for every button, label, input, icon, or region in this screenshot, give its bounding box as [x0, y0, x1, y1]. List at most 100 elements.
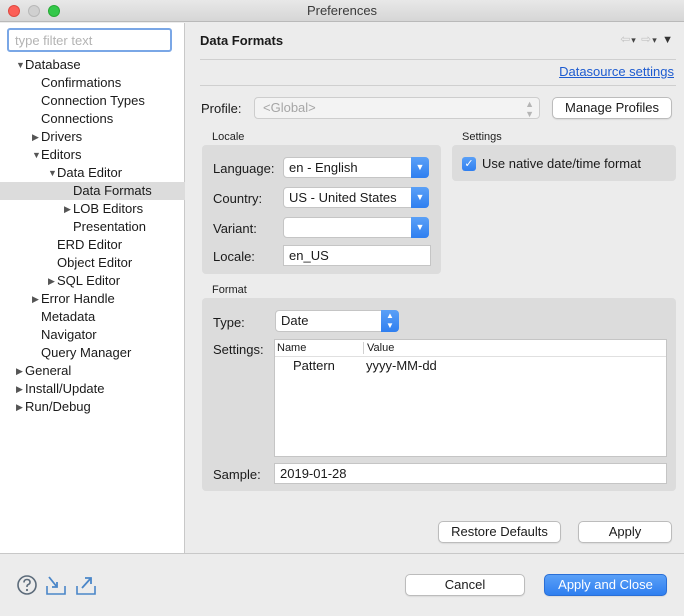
back-dropdown-icon[interactable]: ▾ [631, 35, 637, 45]
collapsed-twisty-icon[interactable]: ▶ [64, 200, 71, 218]
chevron-down-icon: ▼ [411, 187, 429, 208]
tree-item-query-manager[interactable]: Query Manager [0, 344, 185, 362]
minimize-window-button[interactable] [28, 5, 40, 17]
chevron-down-icon: ▼ [411, 157, 429, 178]
tree-item-erd-editor[interactable]: ERD Editor [0, 236, 185, 254]
native-format-label[interactable]: Use native date/time format [482, 156, 641, 171]
type-select-value: Date [281, 313, 309, 328]
language-select[interactable]: en - English ▼ [283, 157, 429, 178]
tree-item-presentation[interactable]: Presentation [0, 218, 185, 236]
variant-select[interactable]: ▼ [283, 217, 429, 238]
collapsed-twisty-icon[interactable]: ▶ [32, 290, 39, 308]
tree-item-label: Install/Update [25, 381, 105, 396]
tree-item-label: Object Editor [57, 255, 133, 270]
tree-item-label: Data Formats [73, 183, 152, 198]
profile-label: Profile: [201, 101, 242, 116]
tree-item-data-formats[interactable]: Data Formats [0, 182, 185, 200]
tree-item-label: Drivers [41, 129, 83, 144]
tree-item-install-update[interactable]: ▶ Install/Update [0, 380, 185, 398]
expanded-twisty-icon[interactable]: ▼ [16, 56, 25, 74]
language-label: Language: [213, 161, 275, 176]
profile-select: <Global> ▲ ▼ [254, 97, 540, 119]
profile-select-value: <Global> [263, 100, 316, 115]
row-name-cell: Pattern [293, 358, 335, 373]
country-select[interactable]: US - United States ▼ [283, 187, 429, 208]
tree-item-label: Presentation [73, 219, 146, 234]
page-header: Data Formats ⇦▾ ⇨▾ ▼ [186, 23, 684, 59]
close-window-button[interactable] [8, 5, 20, 17]
help-icon[interactable] [16, 574, 38, 596]
tree-item-confirmations[interactable]: Confirmations [0, 74, 185, 92]
collapsed-twisty-icon[interactable]: ▶ [16, 380, 23, 398]
settings-group: ✓ Use native date/time format [452, 145, 676, 181]
tree-item-label: Connection Types [41, 93, 145, 108]
chevron-down-icon: ▼ [411, 217, 429, 238]
tree-item-database[interactable]: ▼ Database [0, 56, 185, 74]
country-select-value: US - United States [289, 190, 397, 205]
tree-item-label: SQL Editor [57, 273, 121, 288]
export-icon[interactable] [75, 574, 97, 596]
page-title: Data Formats [200, 33, 284, 48]
sample-input[interactable]: 2019-01-28 [274, 463, 667, 484]
restore-defaults-button[interactable]: Restore Defaults [438, 521, 561, 543]
native-format-checkbox[interactable]: ✓ [462, 157, 476, 171]
country-label: Country: [213, 191, 263, 206]
settings-label: Settings: [213, 342, 264, 357]
column-header-name[interactable]: Name [275, 340, 306, 356]
updown-icon: ▲ ▼ [381, 310, 399, 332]
view-menu-icon[interactable]: ▼ [662, 34, 674, 46]
updown-icon: ▲ ▼ [525, 99, 534, 119]
tree-item-label: Error Handle [41, 291, 115, 306]
datasource-settings-link[interactable]: Datasource settings [559, 64, 674, 79]
tree-item-navigator[interactable]: Navigator [0, 326, 185, 344]
title-bar: Preferences [0, 0, 684, 22]
row-value-cell[interactable]: yyyy-MM-dd [366, 358, 437, 373]
locale-group-title: Locale [212, 131, 245, 143]
apply-button[interactable]: Apply [578, 521, 672, 543]
zoom-window-button[interactable] [48, 5, 60, 17]
forward-arrow-icon[interactable]: ⇨ [641, 32, 652, 46]
window-title: Preferences [306, 3, 378, 18]
column-separator [363, 342, 364, 354]
tree-item-label: Connections [41, 111, 114, 126]
sample-label: Sample: [213, 467, 261, 482]
apply-and-close-button[interactable]: Apply and Close [544, 574, 667, 596]
tree-item-sql-editor[interactable]: ▶ SQL Editor [0, 272, 185, 290]
column-header-value[interactable]: Value [365, 340, 394, 356]
tree-item-drivers[interactable]: ▶ Drivers [0, 128, 185, 146]
collapsed-twisty-icon[interactable]: ▶ [32, 128, 39, 146]
tree-item-connections[interactable]: Connections [0, 110, 185, 128]
locale-input[interactable]: en_US [283, 245, 431, 266]
tree-item-metadata[interactable]: Metadata [0, 308, 185, 326]
collapsed-twisty-icon[interactable]: ▶ [48, 272, 55, 290]
settings-group-title: Settings [462, 131, 502, 143]
collapsed-twisty-icon[interactable]: ▶ [16, 398, 23, 416]
tree-item-label: Query Manager [41, 345, 132, 360]
filter-input[interactable] [7, 28, 172, 52]
tree-item-general[interactable]: ▶ General [0, 362, 185, 380]
back-arrow-icon[interactable]: ⇦ [620, 32, 631, 46]
tree-item-lob-editors[interactable]: ▶ LOB Editors [0, 200, 185, 218]
tree-item-label: Run/Debug [25, 399, 91, 414]
import-icon[interactable] [45, 574, 67, 596]
language-select-value: en - English [289, 160, 358, 175]
tree-item-run-debug[interactable]: ▶ Run/Debug [0, 398, 185, 416]
tree-item-object-editor[interactable]: Object Editor [0, 254, 185, 272]
tree-item-label: Data Editor [57, 165, 123, 180]
type-label: Type: [213, 315, 245, 330]
format-settings-table[interactable]: Name Value Pattern yyyy-MM-dd [274, 339, 667, 457]
expanded-twisty-icon[interactable]: ▼ [32, 146, 41, 164]
expanded-twisty-icon[interactable]: ▼ [48, 164, 57, 182]
manage-profiles-button[interactable]: Manage Profiles [552, 97, 672, 119]
tree-item-data-editor[interactable]: ▼ Data Editor [0, 164, 185, 182]
cancel-button[interactable]: Cancel [405, 574, 525, 596]
preference-tree-panel: ▼DatabaseConfirmationsConnection Types Co… [0, 23, 185, 553]
tree-item-connection-types[interactable]: Connection Types [0, 92, 185, 110]
dialog-button-bar: Cancel Apply and Close [0, 553, 684, 616]
forward-dropdown-icon[interactable]: ▾ [652, 35, 658, 45]
tree-item-label: ERD Editor [57, 237, 123, 252]
collapsed-twisty-icon[interactable]: ▶ [16, 362, 23, 380]
tree-item-error-handle[interactable]: ▶ Error Handle [0, 290, 185, 308]
type-select[interactable]: Date ▲ ▼ [275, 310, 399, 332]
tree-item-editors[interactable]: ▼ Editors [0, 146, 185, 164]
